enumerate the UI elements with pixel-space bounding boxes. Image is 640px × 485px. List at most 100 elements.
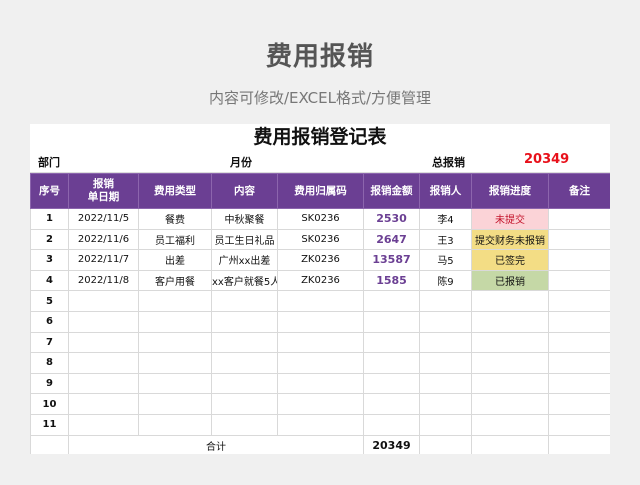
row-date: 2022/11/6	[68, 228, 139, 251]
total-row-cell	[471, 434, 549, 454]
page-subtitle: 内容可修改/EXCEL格式/方便管理	[208, 89, 432, 107]
table-row: 2 2022/11/6 员工福利 员工生日礼品 SK0236 2647 王3 提交财务未报销	[30, 228, 610, 251]
sheet-title: 费用报销登记表	[253, 126, 387, 148]
row-date	[68, 290, 139, 312]
row-note	[548, 310, 610, 333]
total-row-amount: 20349	[363, 434, 420, 454]
row-amount	[363, 352, 420, 374]
row-note	[548, 290, 610, 312]
row-person	[419, 331, 472, 354]
row-content	[211, 331, 278, 354]
table-header-row: 序号 报销 单日期 费用类型 内容 费用归属码 报销金额 报销人 报销进度 备注	[30, 173, 610, 209]
table-total-row: 合计 20349	[30, 434, 610, 454]
row-content	[211, 310, 278, 333]
row-person: 马5	[419, 249, 472, 271]
column-header: 报销人	[419, 173, 472, 209]
row-note	[548, 331, 610, 354]
row-number: 10	[30, 393, 69, 415]
row-note	[548, 269, 610, 292]
row-person: 陈9	[419, 269, 472, 292]
dept-label: 部门	[38, 156, 60, 169]
row-number: 11	[30, 413, 69, 436]
row-status	[471, 372, 549, 395]
row-note	[548, 208, 610, 230]
row-content: 中秋聚餐	[211, 208, 278, 230]
row-date	[68, 352, 139, 374]
row-code: SK0236	[277, 208, 364, 230]
row-note	[548, 413, 610, 436]
row-note	[548, 249, 610, 271]
row-code: SK0236	[277, 228, 364, 251]
row-amount	[363, 310, 420, 333]
row-note	[548, 393, 610, 415]
row-date	[68, 331, 139, 354]
row-date	[68, 372, 139, 395]
row-code	[277, 310, 364, 333]
row-status	[471, 290, 549, 312]
row-number: 9	[30, 372, 69, 395]
row-person: 王3	[419, 228, 472, 251]
row-status: 已签完	[471, 249, 549, 271]
table-row: 9	[30, 372, 610, 395]
total-row-blank	[30, 434, 69, 454]
total-label: 总报销	[432, 156, 465, 169]
table-row: 5	[30, 290, 610, 312]
table-row: 7	[30, 331, 610, 354]
row-amount: 1585	[363, 269, 420, 292]
row-amount: 2647	[363, 228, 420, 251]
row-code: ZK0236	[277, 249, 364, 271]
row-type	[138, 413, 212, 436]
row-type: 餐费	[138, 208, 212, 230]
row-date	[68, 413, 139, 436]
page-title: 费用报销	[265, 42, 374, 72]
row-status: 提交财务未报销	[471, 228, 549, 251]
column-header: 费用类型	[138, 173, 212, 209]
row-status	[471, 352, 549, 374]
row-content	[211, 413, 278, 436]
row-number: 8	[30, 352, 69, 374]
table-row: 11	[30, 413, 610, 436]
row-number: 3	[30, 249, 69, 271]
row-code	[277, 413, 364, 436]
row-code	[277, 290, 364, 312]
row-content: 广州xx出差	[211, 249, 278, 271]
row-person	[419, 372, 472, 395]
row-number: 7	[30, 331, 69, 354]
row-number: 5	[30, 290, 69, 312]
info-row: 部门 月份 总报销 20349	[30, 150, 610, 173]
total-value: 20349	[524, 152, 570, 167]
total-row-cell	[419, 434, 472, 454]
row-content	[211, 393, 278, 415]
row-content: 员工生日礼品	[211, 228, 278, 251]
row-code	[277, 352, 364, 374]
row-status	[471, 331, 549, 354]
row-type	[138, 372, 212, 395]
table-row: 4 2022/11/8 客户用餐 xx客户就餐5人 ZK0236 1585 陈9 已报销	[30, 269, 610, 292]
expense-table: 序号 报销 单日期 费用类型 内容 费用归属码 报销金额 报销人 报销进度 备注 1 2022/1…	[30, 173, 610, 454]
row-person	[419, 290, 472, 312]
column-header: 报销 单日期	[68, 173, 139, 209]
row-code	[277, 393, 364, 415]
row-content	[211, 290, 278, 312]
row-person: 李4	[419, 208, 472, 230]
column-header: 序号	[30, 173, 69, 209]
row-type	[138, 331, 212, 354]
column-header: 报销进度	[471, 173, 549, 209]
row-note	[548, 352, 610, 374]
row-person	[419, 310, 472, 333]
table-row: 3 2022/11/7 出差 广州xx出差 ZK0236 13587 马5 已签完	[30, 249, 610, 271]
row-person	[419, 413, 472, 436]
row-date: 2022/11/5	[68, 208, 139, 230]
column-header: 内容	[211, 173, 278, 209]
expense-sheet: 费用报销登记表 部门 月份 总报销 20349 序号 报销 单日期 费用类型 内容 费用…	[30, 124, 610, 454]
column-header: 报销金额	[363, 173, 420, 209]
row-amount	[363, 331, 420, 354]
row-number: 2	[30, 228, 69, 251]
row-amount: 13587	[363, 249, 420, 271]
row-number: 6	[30, 310, 69, 333]
column-header: 费用归属码	[277, 173, 364, 209]
row-status: 未提交	[471, 208, 549, 230]
table-row: 1 2022/11/5 餐费 中秋聚餐 SK0236 2530 李4 未提交	[30, 208, 610, 230]
row-type	[138, 310, 212, 333]
row-amount	[363, 290, 420, 312]
